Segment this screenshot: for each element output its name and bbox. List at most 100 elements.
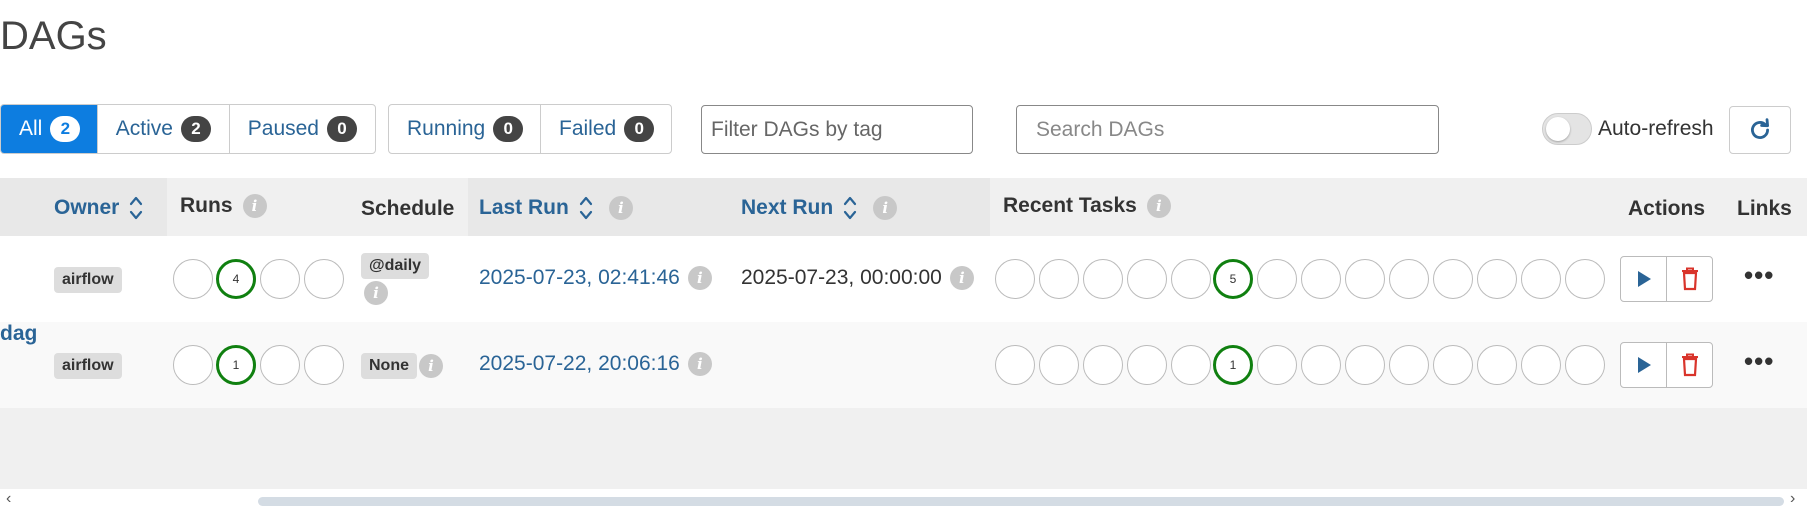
trigger-dag-button[interactable]	[1621, 343, 1666, 387]
scroll-right-arrow-icon[interactable]: ›	[1790, 490, 1795, 508]
run-status-circle[interactable]	[173, 259, 213, 299]
task-status-circle[interactable]	[1171, 345, 1211, 385]
task-status-circle-success[interactable]: 5	[1213, 259, 1253, 299]
search-dags-input[interactable]	[1016, 105, 1439, 154]
sort-icon	[579, 196, 592, 220]
filter-paused-count-badge: 0	[327, 116, 357, 142]
info-icon[interactable]: i	[687, 266, 712, 290]
task-status-circle[interactable]	[1345, 345, 1385, 385]
task-status-circle[interactable]	[1389, 345, 1429, 385]
delete-dag-button[interactable]	[1666, 343, 1712, 387]
run-status-circle[interactable]	[304, 345, 344, 385]
task-status-circle[interactable]	[1389, 259, 1429, 299]
links-more-button[interactable]: •••	[1744, 346, 1774, 377]
links-more-button[interactable]: •••	[1744, 260, 1774, 291]
filter-running-button[interactable]: Running 0	[389, 105, 541, 153]
refresh-button[interactable]	[1729, 106, 1791, 154]
task-status-circle[interactable]	[1083, 345, 1123, 385]
scroll-left-arrow-icon[interactable]: ‹	[6, 490, 11, 508]
task-status-circle[interactable]	[1083, 259, 1123, 299]
task-status-circle[interactable]	[1477, 345, 1517, 385]
play-icon	[1637, 271, 1651, 287]
filter-all-label: All	[19, 117, 43, 140]
run-status-circle-success[interactable]: 1	[216, 345, 256, 385]
task-status-circle[interactable]	[1127, 345, 1167, 385]
trigger-dag-button[interactable]	[1621, 257, 1666, 301]
tag-filter-input[interactable]	[701, 105, 973, 154]
task-status-circle[interactable]	[1257, 345, 1297, 385]
task-status-circle[interactable]	[1565, 345, 1605, 385]
info-icon[interactable]: i	[364, 281, 388, 305]
owner-cell: airflow	[54, 267, 122, 293]
filter-active-count-badge: 2	[180, 116, 211, 142]
table-row: dag airflow 1 None i 2025-07-22, 20:06:1…	[0, 322, 1807, 408]
owner-tag[interactable]: airflow	[54, 353, 122, 379]
table-row: airflow 4 @daily i 2025-07-23, 02:41:46 …	[0, 236, 1807, 322]
task-status-circle-success[interactable]: 1	[1213, 345, 1253, 385]
task-status-circle[interactable]	[1171, 259, 1211, 299]
next-run-column-header[interactable]: Next Run i	[741, 194, 898, 222]
filter-paused-label: Paused	[247, 117, 319, 140]
filter-failed-button[interactable]: Failed 0	[541, 105, 671, 153]
owner-header-label: Owner	[54, 196, 120, 219]
schedule-cell: None i	[361, 353, 443, 379]
dag-id-link[interactable]: dag	[0, 322, 37, 346]
task-status-circle[interactable]	[1345, 259, 1385, 299]
owner-cell: airflow	[54, 353, 122, 379]
next-run-text: 2025-07-23, 00:00:00	[741, 266, 942, 289]
schedule-tag[interactable]: @daily	[361, 253, 430, 279]
info-icon[interactable]: i	[873, 196, 898, 220]
task-status-circle[interactable]	[1301, 345, 1341, 385]
recent-tasks-column-header: Recent Tasks i	[1003, 194, 1171, 218]
task-status-circle[interactable]	[1039, 345, 1079, 385]
schedule-cell: @daily	[361, 253, 430, 279]
run-status-circle[interactable]	[260, 259, 300, 299]
last-run-link[interactable]: 2025-07-23, 02:41:46	[479, 266, 680, 290]
filter-paused-button[interactable]: Paused 0	[230, 105, 375, 153]
task-status-circle[interactable]	[1477, 259, 1517, 299]
owner-column-header[interactable]: Owner	[54, 194, 143, 222]
sort-icon	[844, 196, 857, 220]
table-header: Owner Runs i Schedule Last Run i Next Ru…	[0, 178, 1807, 236]
info-icon[interactable]: i	[419, 354, 443, 378]
task-status-circle[interactable]	[1521, 345, 1561, 385]
last-run-cell: 2025-07-22, 20:06:16 i	[479, 352, 712, 376]
task-status-circle[interactable]	[1433, 259, 1473, 299]
task-status-circle[interactable]	[1565, 259, 1605, 299]
run-status-circle-success[interactable]: 4	[216, 259, 256, 299]
run-status-circle[interactable]	[304, 259, 344, 299]
info-icon[interactable]: i	[687, 352, 712, 376]
filter-running-label: Running	[407, 117, 486, 140]
task-status-circle[interactable]	[1521, 259, 1561, 299]
task-status-circle[interactable]	[1127, 259, 1167, 299]
auto-refresh-toggle[interactable]	[1542, 113, 1592, 145]
last-run-link[interactable]: 2025-07-22, 20:06:16	[479, 352, 680, 376]
run-status-circle[interactable]	[260, 345, 300, 385]
info-icon[interactable]: i	[1146, 194, 1171, 218]
task-status-circle[interactable]	[1301, 259, 1341, 299]
filter-all-button[interactable]: All 2	[1, 105, 98, 153]
info-icon[interactable]: i	[608, 196, 633, 220]
info-icon[interactable]: i	[242, 194, 267, 218]
task-status-circle[interactable]	[1039, 259, 1079, 299]
last-run-column-header[interactable]: Last Run i	[479, 194, 633, 222]
filter-active-button[interactable]: Active 2	[98, 105, 230, 153]
recent-tasks-header-label: Recent Tasks	[1003, 194, 1137, 217]
run-status-circle[interactable]	[173, 345, 213, 385]
owner-tag[interactable]: airflow	[54, 267, 122, 293]
schedule-tag[interactable]: None	[361, 353, 417, 379]
task-status-circle[interactable]	[995, 345, 1035, 385]
info-icon[interactable]: i	[949, 266, 974, 290]
scrollbar-thumb[interactable]	[258, 497, 1784, 506]
task-status-circle[interactable]	[1433, 345, 1473, 385]
last-run-header-label: Last Run	[479, 196, 569, 219]
delete-dag-button[interactable]	[1666, 257, 1712, 301]
play-icon	[1637, 357, 1651, 373]
runs-column-header: Runs i	[180, 194, 267, 218]
toggle-knob	[1546, 117, 1570, 141]
links-column-header: Links	[1737, 197, 1792, 220]
task-status-circle[interactable]	[1257, 259, 1297, 299]
task-status-circle[interactable]	[995, 259, 1035, 299]
horizontal-scrollbar[interactable]: ‹ ›	[0, 489, 1807, 511]
schedule-column-header: Schedule	[361, 197, 455, 220]
